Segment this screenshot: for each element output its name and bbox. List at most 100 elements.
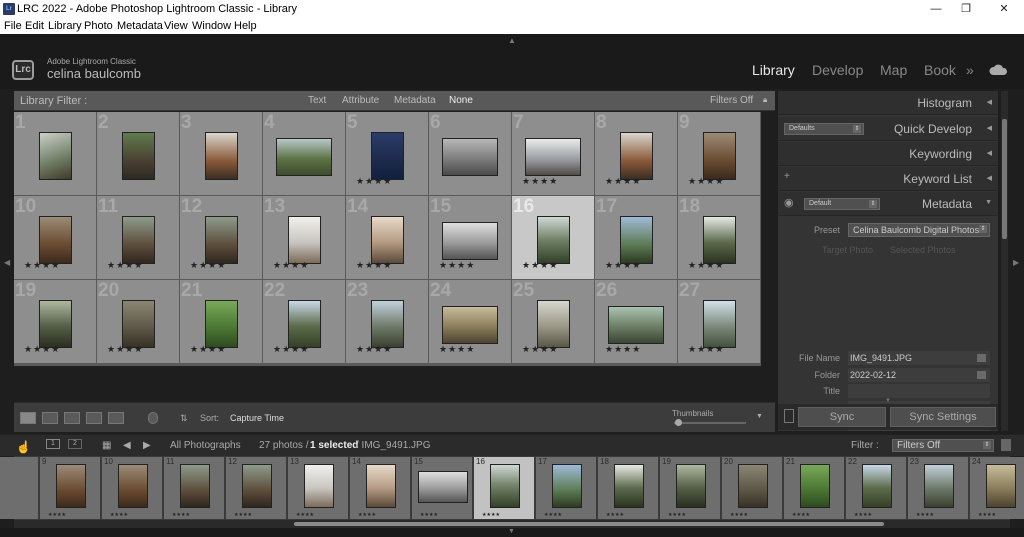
filmstrip-cell[interactable]: 21 ★★★★ <box>784 457 845 519</box>
right-panel-scrollbar[interactable] <box>1001 91 1008 431</box>
photo-thumbnail[interactable] <box>608 306 664 344</box>
histogram-header[interactable]: Histogram ◀ <box>778 91 998 115</box>
filmstrip-cell[interactable]: 14 ★★★★ <box>350 457 411 519</box>
filmstrip-thumbnail[interactable] <box>242 464 272 508</box>
module-map[interactable]: Map <box>880 62 907 78</box>
filters-off-dropdown[interactable]: Filters Off <box>710 95 753 106</box>
grid-cell[interactable]: 4 <box>263 112 346 196</box>
metadata-value[interactable]: IMG_9491.JPG <box>848 351 990 365</box>
grid-cell[interactable]: 20 ★★★★ <box>97 280 180 364</box>
filmstrip-cell[interactable]: 10 ★★★★ <box>102 457 163 519</box>
photo-thumbnail[interactable] <box>537 216 570 264</box>
filter-tab-metadata[interactable]: Metadata <box>394 95 436 106</box>
thumbnail-slider-handle[interactable] <box>675 419 682 426</box>
sync-settings-button[interactable]: Sync Settings <box>890 407 996 427</box>
filmstrip-cell[interactable]: 22 ★★★★ <box>846 457 907 519</box>
filter-tab-none[interactable]: None <box>449 95 473 106</box>
module-book[interactable]: Book <box>924 62 956 78</box>
photo-thumbnail[interactable] <box>205 300 238 348</box>
left-panel-toggle-icon[interactable]: ◀ <box>4 258 10 267</box>
source-label[interactable]: All Photographs <box>170 440 241 451</box>
filmstrip-thumbnail[interactable] <box>56 464 86 508</box>
cloud-icon[interactable] <box>989 64 1009 76</box>
filmstrip-cell[interactable]: 11 ★★★★ <box>164 457 225 519</box>
sort-dropdown[interactable]: Capture Time <box>230 413 284 423</box>
photo-thumbnail[interactable] <box>371 216 404 264</box>
filmstrip-cell[interactable]: 12 ★★★★ <box>226 457 287 519</box>
filmstrip-cell[interactable]: 16 ★★★★ <box>474 457 535 519</box>
grid-cell[interactable]: 27 ★★★★ <box>678 280 761 364</box>
grid-cell[interactable]: 11 ★★★★ <box>97 196 180 280</box>
filmstrip-cell[interactable]: 13 ★★★★ <box>288 457 349 519</box>
toolbar-menu-icon[interactable]: ▼ <box>756 413 763 420</box>
photo-thumbnail[interactable] <box>703 216 736 264</box>
photo-thumbnail[interactable] <box>537 300 570 348</box>
lock-icon[interactable]: 🔒︎ <box>763 95 767 105</box>
grid-cell[interactable]: 25 ★★★★ <box>512 280 595 364</box>
filmstrip-thumbnail[interactable] <box>676 464 706 508</box>
secondary-window-icon[interactable]: 2 <box>68 439 82 449</box>
grid-cell[interactable]: 3 <box>180 112 263 196</box>
filmstrip-cell[interactable]: 15 ★★★★ <box>412 457 473 519</box>
grid-cell[interactable]: 15 ★★★★ <box>429 196 512 280</box>
auto-sync-switch[interactable] <box>784 409 794 423</box>
sort-direction-icon[interactable]: ⇅ <box>180 413 188 424</box>
photo-thumbnail[interactable] <box>442 306 498 344</box>
menu-metadata[interactable]: Metadata <box>117 20 163 32</box>
photo-thumbnail[interactable] <box>122 300 155 348</box>
grid-cell[interactable]: 23 ★★★★ <box>346 280 429 364</box>
filmstrip-thumbnail[interactable] <box>552 464 582 508</box>
photo-thumbnail[interactable] <box>288 216 321 264</box>
menu-library[interactable]: Library <box>48 20 82 32</box>
grid-cell[interactable]: 22 ★★★★ <box>263 280 346 364</box>
keywording-header[interactable]: Keywording ◀ <box>778 142 998 166</box>
filmstrip-thumbnail[interactable] <box>614 464 644 508</box>
photo-thumbnail[interactable] <box>525 138 581 176</box>
keyword-list-header[interactable]: + Keyword List ◀ <box>778 167 998 191</box>
filmstrip-thumbnail[interactable] <box>800 464 830 508</box>
grid-cell[interactable]: 24 ★★★★ <box>429 280 512 364</box>
filmstrip-cell[interactable]: 20 ★★★★ <box>722 457 783 519</box>
grid-cell[interactable]: 1 <box>14 112 97 196</box>
selected-photos-button[interactable]: Selected Photos <box>890 245 956 255</box>
menu-help[interactable]: Help <box>234 20 257 32</box>
main-window-icon[interactable]: 1 <box>46 439 60 449</box>
eye-icon[interactable]: ◉ <box>784 196 794 209</box>
photo-thumbnail[interactable] <box>620 216 653 264</box>
painter-icon[interactable] <box>148 412 158 424</box>
grid-cell[interactable]: 8 ★★★★ <box>595 112 678 196</box>
metadata-action-icon[interactable] <box>977 354 986 362</box>
grid-cell[interactable]: 7 ★★★★ <box>512 112 595 196</box>
quick-develop-header[interactable]: Defaults ⇕ Quick Develop ◀ <box>778 117 998 141</box>
selected-file[interactable]: / IMG_9491.JPG <box>356 440 430 451</box>
metadata-value[interactable] <box>848 384 990 398</box>
filmstrip-thumbnail[interactable] <box>490 464 520 508</box>
grid-cell[interactable]: 16 ★★★★ <box>512 196 595 280</box>
grid-cell[interactable]: 18 ★★★★ <box>678 196 761 280</box>
filmstrip-thumbnail[interactable] <box>924 464 954 508</box>
metadata-preset-select[interactable]: Celina Baulcomb Digital Photos ⇕ <box>848 223 990 237</box>
grid-cell[interactable]: 6 <box>429 112 512 196</box>
photo-thumbnail[interactable] <box>703 132 736 180</box>
filmstrip-thumbnail[interactable] <box>180 464 210 508</box>
photo-thumbnail[interactable] <box>39 132 72 180</box>
sync-button[interactable]: Sync <box>798 407 886 427</box>
photo-thumbnail[interactable] <box>205 132 238 180</box>
photo-thumbnail[interactable] <box>703 300 736 348</box>
grid-cell[interactable]: 12 ★★★★ <box>180 196 263 280</box>
grid-cell[interactable]: 26 ★★★★ <box>595 280 678 364</box>
grid-cell[interactable]: 19 ★★★★ <box>14 280 97 364</box>
add-keyword-icon[interactable]: + <box>784 171 790 182</box>
filmstrip-thumbnail[interactable] <box>738 464 768 508</box>
collapse-top-panel-icon[interactable]: ▲ <box>508 36 516 45</box>
grid-cell[interactable]: 21 ★★★★ <box>180 280 263 364</box>
forward-arrow-icon[interactable]: ▶ <box>143 440 151 451</box>
collapse-bottom-panel-icon[interactable]: ▼ <box>508 528 515 535</box>
filmstrip-cell[interactable]: 24 ★★★★ <box>970 457 1024 519</box>
grid-cell[interactable]: 5 ★★★★ <box>346 112 429 196</box>
photo-thumbnail[interactable] <box>620 132 653 180</box>
menu-window[interactable]: Window <box>192 20 231 32</box>
filmstrip-thumbnail[interactable] <box>118 464 148 508</box>
photo-thumbnail[interactable] <box>122 132 155 180</box>
filter-lock-switch[interactable] <box>1001 439 1011 451</box>
